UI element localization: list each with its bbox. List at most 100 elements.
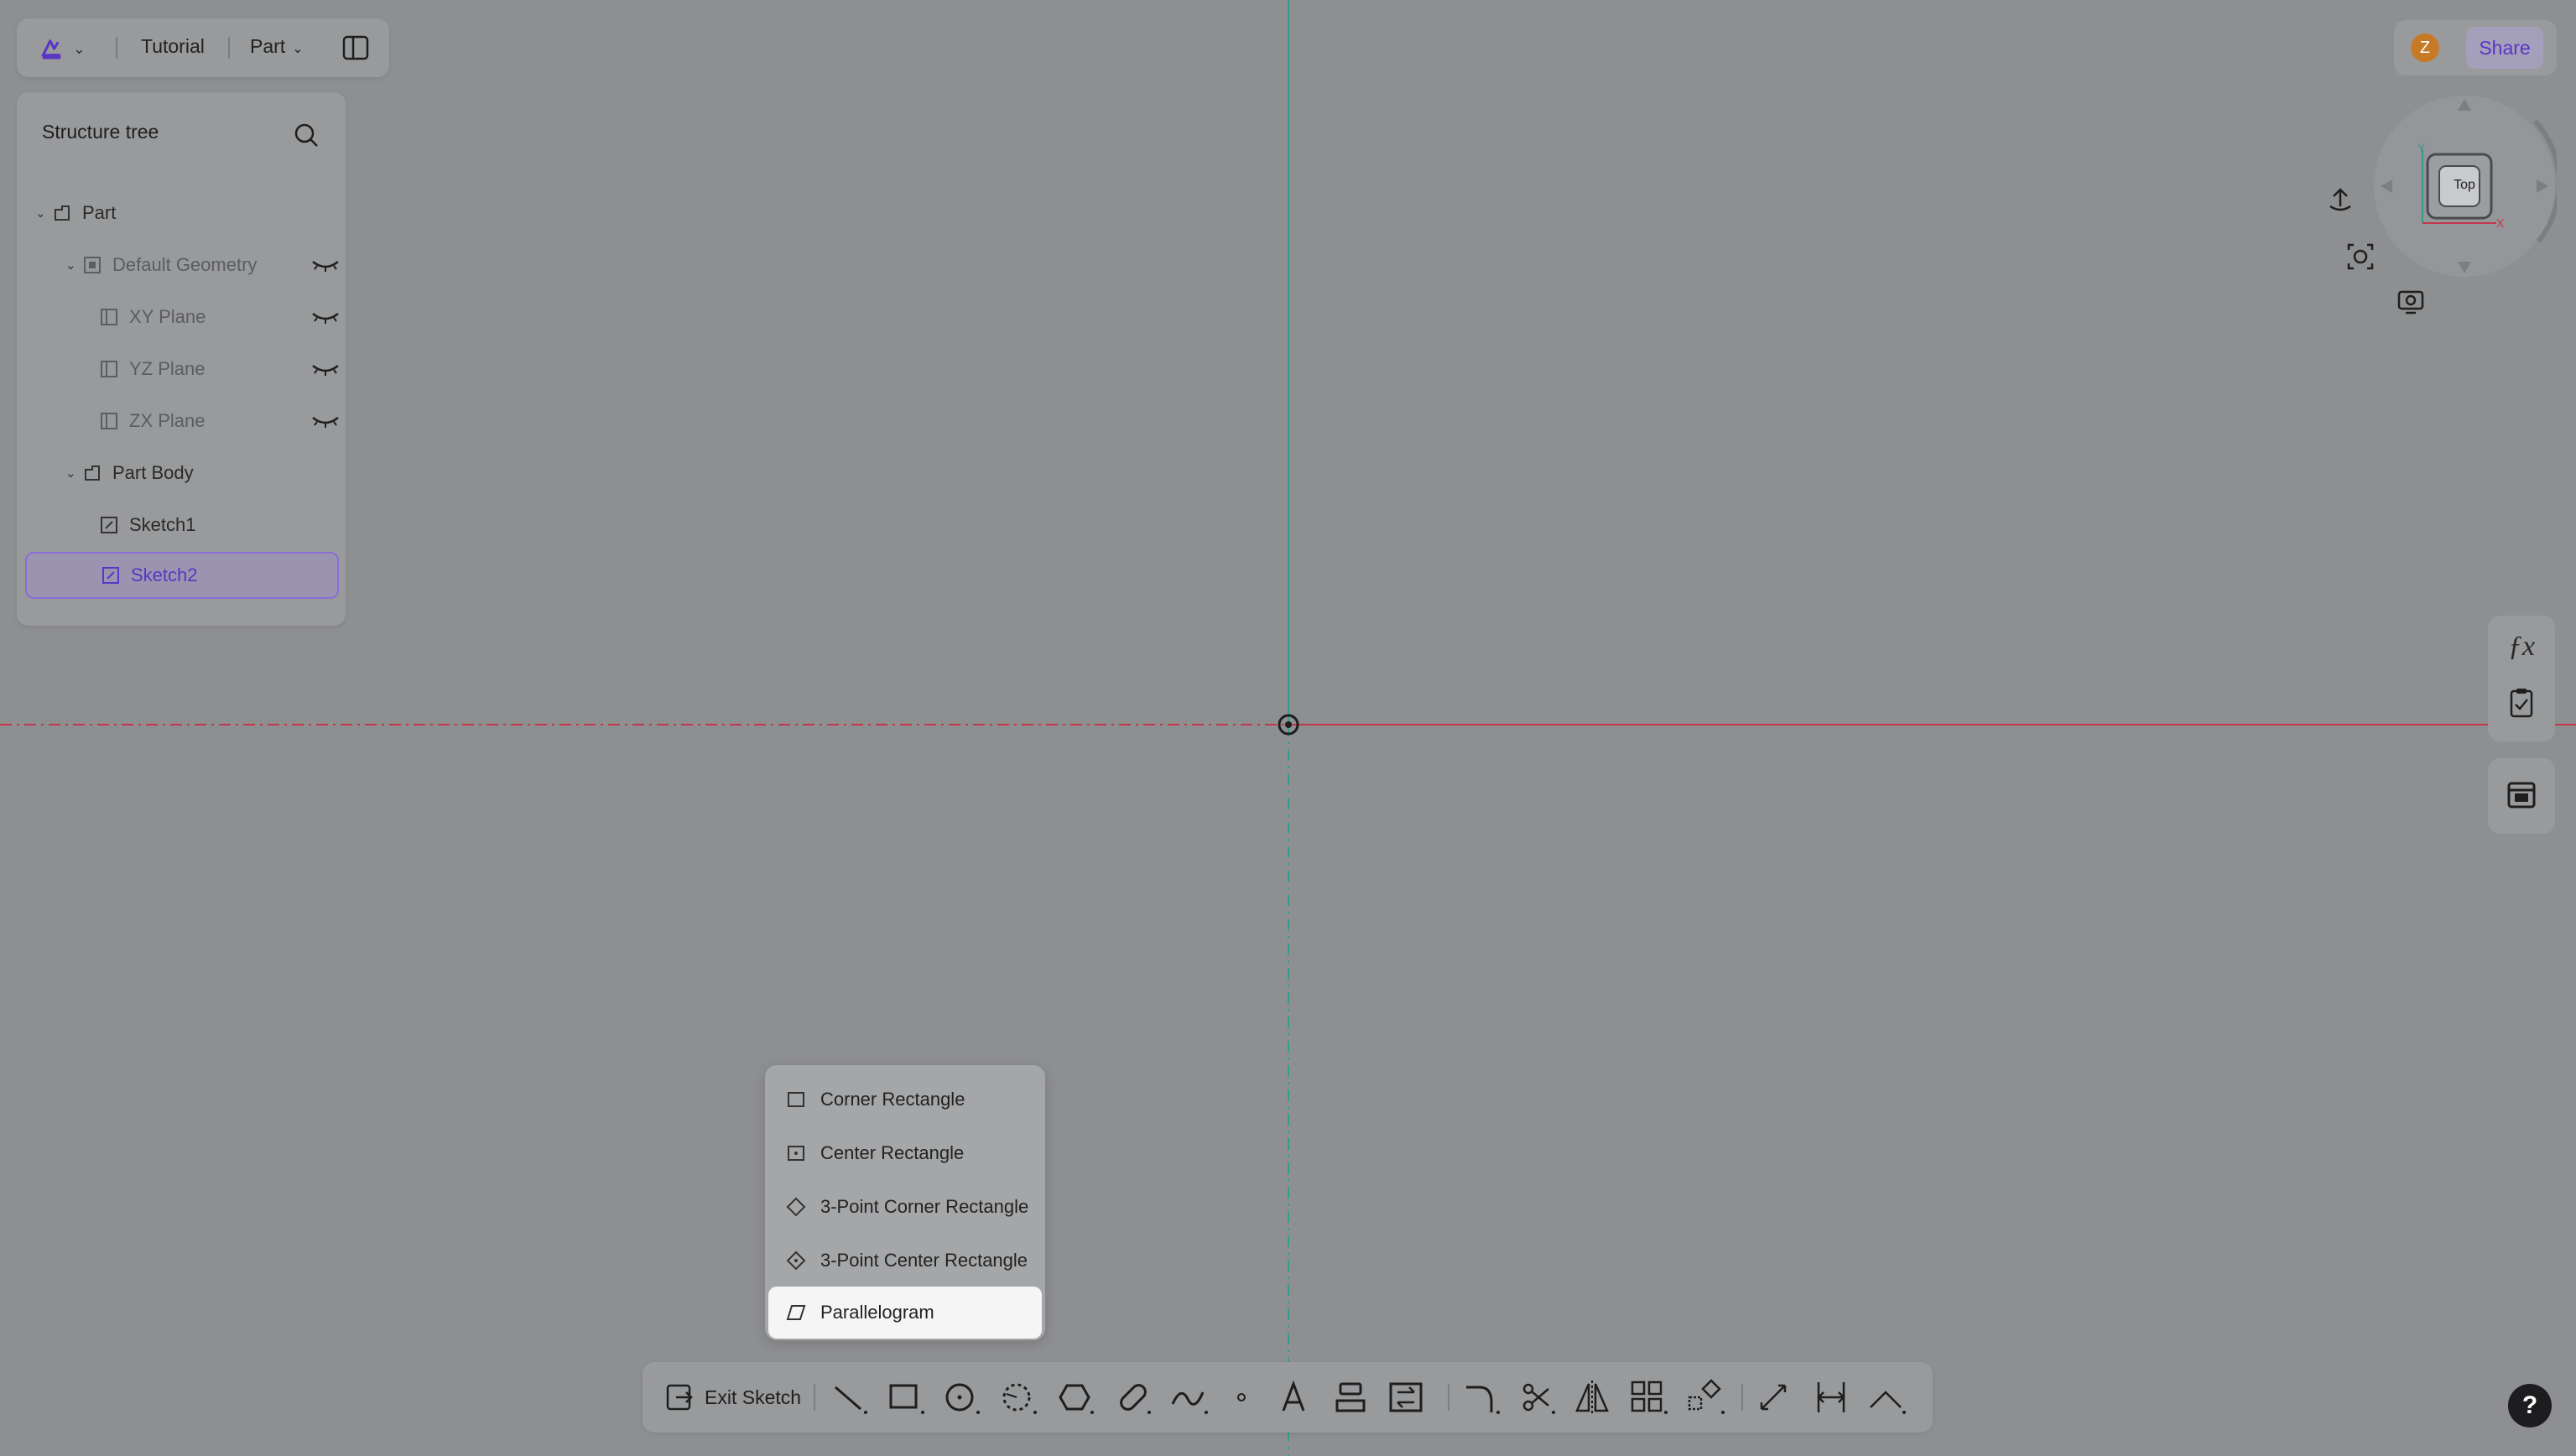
tree-item-label: XY Plane [129, 306, 206, 327]
app-menu-button[interactable]: ⌄ [39, 30, 86, 67]
divider [228, 37, 230, 59]
hidden-eye-icon[interactable] [310, 255, 341, 275]
menu-item-3-point-corner-rectangle[interactable]: 3-Point Corner Rectangle [768, 1181, 1042, 1233]
chevron-down-icon: ⌄ [65, 258, 76, 273]
mode-selector[interactable]: Part ⌄ [250, 35, 304, 58]
exit-sketch-icon [666, 1384, 693, 1411]
chevron-down-icon: ⌄ [292, 42, 304, 56]
tree-item-label: Sketch2 [131, 564, 198, 585]
share-button[interactable]: Share [2466, 27, 2543, 69]
menu-item-label: 3-Point Corner Rectangle [820, 1196, 1029, 1217]
share-area: Z Share [2394, 20, 2557, 75]
divider [1448, 1384, 1449, 1411]
divider [1741, 1384, 1743, 1411]
tree-item-yz-plane[interactable]: YZ Plane [99, 346, 339, 393]
top-toolbar: ⌄ Tutorial Part ⌄ [17, 18, 389, 77]
search-icon[interactable] [292, 121, 320, 149]
tree-item-sketch2[interactable]: Sketch2 [25, 552, 339, 599]
chevron-down-icon: ⌄ [65, 466, 76, 481]
menu-item-3-point-center-rectangle[interactable]: 3-Point Center Rectangle [768, 1235, 1042, 1287]
tree-item-part[interactable]: ⌄ Part [35, 190, 116, 237]
display-mode-icon[interactable] [2394, 285, 2428, 319]
plane-icon [101, 413, 117, 429]
tree-item-label: Sketch1 [129, 514, 196, 535]
pattern-tool-icon[interactable] [1629, 1377, 1671, 1419]
slot-tool-icon[interactable] [1112, 1377, 1154, 1419]
mirror-tool-icon[interactable] [1572, 1377, 1614, 1419]
sketch-toolbar: Exit Sketch [643, 1362, 1933, 1433]
view-cube-face-label: Top [2454, 178, 2475, 192]
avatar[interactable]: Z [2411, 34, 2439, 62]
tree-item-label: Default Geometry [112, 254, 258, 275]
three-point-center-rectangle-icon [786, 1251, 806, 1271]
sketch-canvas[interactable] [0, 0, 2576, 1456]
parallelogram-icon [786, 1305, 806, 1320]
geometry-icon [84, 257, 101, 273]
tree-item-label: YZ Plane [129, 358, 206, 379]
relation-tool-icon[interactable] [1867, 1377, 1909, 1419]
tree-item-part-body[interactable]: ⌄ Part Body [65, 450, 194, 497]
constraint-tool-icon[interactable] [1812, 1377, 1854, 1419]
fillet-tool-icon[interactable] [1461, 1377, 1503, 1419]
dimension-tool-icon[interactable] [1755, 1377, 1797, 1419]
sketch-icon [101, 517, 117, 533]
structure-tree-panel: Structure tree ⌄ Part ⌄ Default Geometry… [17, 92, 346, 626]
transform-tool-icon[interactable] [1686, 1377, 1728, 1419]
rectangle-tool-menu: Corner Rectangle Center Rectangle 3-Poin… [765, 1065, 1045, 1340]
axis-x-label: X [2496, 216, 2505, 230]
right-tools-panel: ƒx [2488, 616, 2555, 741]
part-icon [55, 205, 70, 221]
tree-item-label: Part Body [112, 462, 194, 483]
point-tool-icon[interactable] [1223, 1377, 1265, 1419]
divider [116, 37, 117, 59]
formula-icon[interactable]: ƒx [2505, 631, 2538, 664]
plane-icon [101, 309, 117, 325]
three-point-corner-rectangle-icon [786, 1197, 806, 1217]
menu-item-label: Corner Rectangle [820, 1089, 965, 1110]
menu-item-center-rectangle[interactable]: Center Rectangle [768, 1127, 1042, 1179]
text-tool-icon[interactable] [1273, 1377, 1315, 1419]
tree-item-label: Part [82, 202, 117, 223]
convert-tool-icon[interactable] [1386, 1377, 1428, 1419]
menu-item-corner-rectangle[interactable]: Corner Rectangle [768, 1074, 1042, 1126]
drawing-sheet-icon[interactable] [2505, 778, 2538, 812]
center-rectangle-icon [788, 1146, 804, 1161]
axis-y-label: Y [2417, 141, 2426, 154]
rectangle-tool-icon[interactable] [886, 1377, 928, 1419]
checklist-icon[interactable] [2505, 686, 2538, 720]
structure-tree-title: Structure tree [42, 121, 159, 143]
plane-icon [101, 361, 117, 377]
spline-tool-icon[interactable] [1169, 1377, 1211, 1419]
panel-toggle-icon[interactable] [341, 34, 370, 62]
home-view-icon[interactable] [2324, 185, 2357, 218]
help-button[interactable]: ? [2508, 1384, 2552, 1427]
project-tool-icon[interactable] [1330, 1377, 1372, 1419]
arc-tool-icon[interactable] [998, 1377, 1040, 1419]
tree-item-label: ZX Plane [129, 410, 206, 431]
menu-item-label: Center Rectangle [820, 1142, 965, 1163]
fit-view-icon[interactable] [2344, 240, 2377, 273]
view-cube[interactable]: Top Y X [2370, 91, 2562, 283]
chevron-down-icon: ⌄ [35, 206, 46, 221]
trim-tool-icon[interactable] [1517, 1377, 1559, 1419]
menu-item-parallelogram[interactable]: Parallelogram [768, 1287, 1042, 1339]
tree-item-default-geometry[interactable]: ⌄ Default Geometry [65, 242, 339, 289]
tree-item-xy-plane[interactable]: XY Plane [99, 294, 339, 341]
hidden-eye-icon[interactable] [310, 359, 341, 379]
exit-sketch-label: Exit Sketch [705, 1386, 802, 1408]
tree-item-sketch1[interactable]: Sketch1 [99, 502, 196, 549]
circle-tool-icon[interactable] [941, 1377, 983, 1419]
app-logo-icon [41, 39, 61, 60]
polygon-tool-icon[interactable] [1055, 1377, 1097, 1419]
hidden-eye-icon[interactable] [310, 411, 341, 431]
menu-item-label: 3-Point Center Rectangle [820, 1250, 1028, 1271]
document-title[interactable]: Tutorial [141, 35, 205, 58]
tree-item-zx-plane[interactable]: ZX Plane [99, 398, 339, 445]
menu-item-label: Parallelogram [820, 1302, 934, 1323]
exit-sketch-button[interactable]: Exit Sketch [664, 1379, 801, 1416]
sketch-icon [102, 567, 119, 584]
chevron-down-icon: ⌄ [72, 39, 86, 57]
line-tool-icon[interactable] [829, 1377, 871, 1419]
body-icon [85, 465, 100, 481]
hidden-eye-icon[interactable] [310, 307, 341, 327]
